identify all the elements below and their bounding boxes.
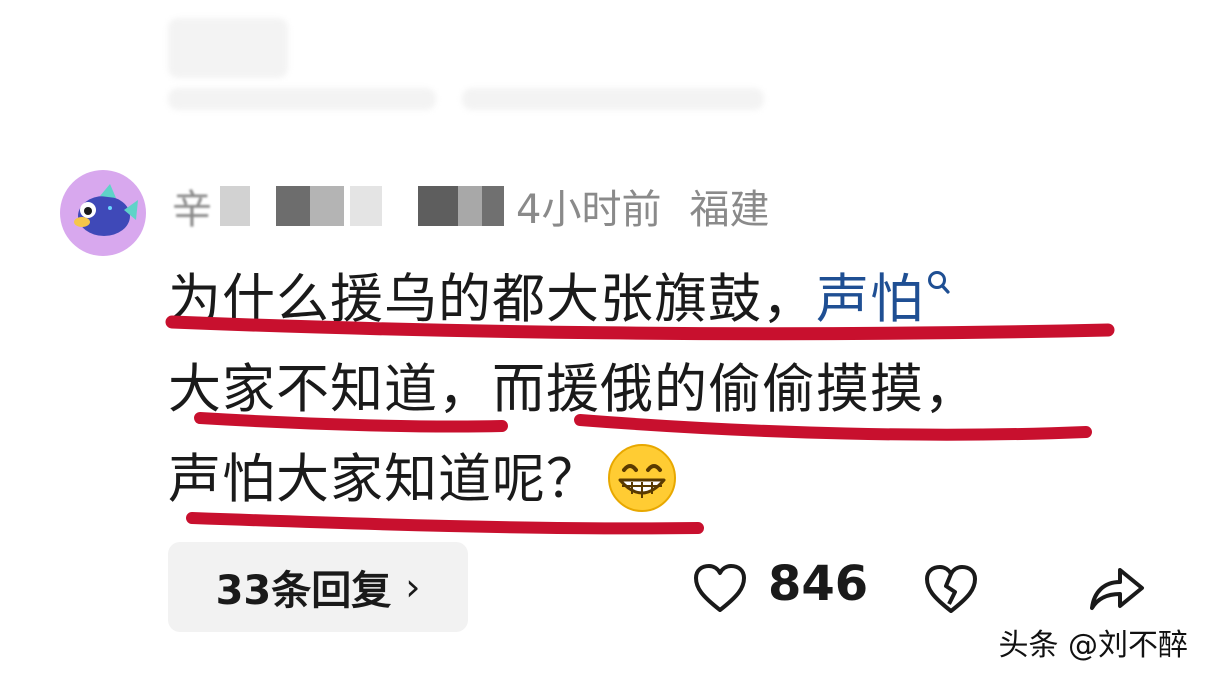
comment-text: 为什么援乌的都大张旗鼓，声怕 大家不知道，而援俄的偷偷摸摸， 声怕大家知道呢？ xyxy=(168,255,1128,525)
username-pixelated xyxy=(458,186,482,226)
replies-label: 33条回复 xyxy=(215,568,392,614)
like-count: 846 xyxy=(768,556,869,612)
blurred-previous-line xyxy=(168,88,436,110)
username-pixelated xyxy=(418,186,458,226)
username-pixelated xyxy=(220,186,250,226)
comment-line-2: 大家不知道，而援俄的偷偷摸摸， xyxy=(168,359,978,420)
pufferfish-avatar-icon xyxy=(74,184,138,236)
broken-heart-icon[interactable] xyxy=(922,562,980,616)
search-link[interactable]: 声怕 xyxy=(816,269,924,330)
username-pixelated xyxy=(482,186,504,226)
blurred-previous-line xyxy=(462,88,764,110)
username[interactable]: 辛 xyxy=(172,177,504,235)
comment-line-3: 声怕大家知道呢？ xyxy=(168,435,1128,525)
comment-location: 福建 xyxy=(689,187,770,233)
chevron-right-icon: › xyxy=(405,565,421,609)
blurred-previous-line xyxy=(168,18,288,78)
replies-button[interactable]: 33条回复 › xyxy=(168,542,468,632)
comment-text-segment: 为什么援乌的都大张旗鼓， xyxy=(168,269,816,330)
grinning-emoji-icon xyxy=(608,444,676,513)
search-icon[interactable] xyxy=(926,269,952,297)
username-pixelated xyxy=(310,186,344,226)
heart-icon[interactable] xyxy=(692,562,748,614)
comment-line-1: 为什么援乌的都大张旗鼓，声怕 xyxy=(168,255,1128,345)
comment-meta: 辛 4小时前 福建 xyxy=(172,176,769,236)
username-pixelated xyxy=(276,186,310,226)
comment-text-segment: 声怕大家知道呢？ xyxy=(168,449,600,510)
share-icon[interactable] xyxy=(1086,560,1146,614)
comment-time: 4小时前 xyxy=(516,187,662,233)
username-pixelated xyxy=(350,186,382,226)
watermark: 头条 @刘不醉 xyxy=(998,628,1188,663)
avatar[interactable] xyxy=(60,170,146,256)
username-visible-char: 辛 xyxy=(172,187,212,233)
